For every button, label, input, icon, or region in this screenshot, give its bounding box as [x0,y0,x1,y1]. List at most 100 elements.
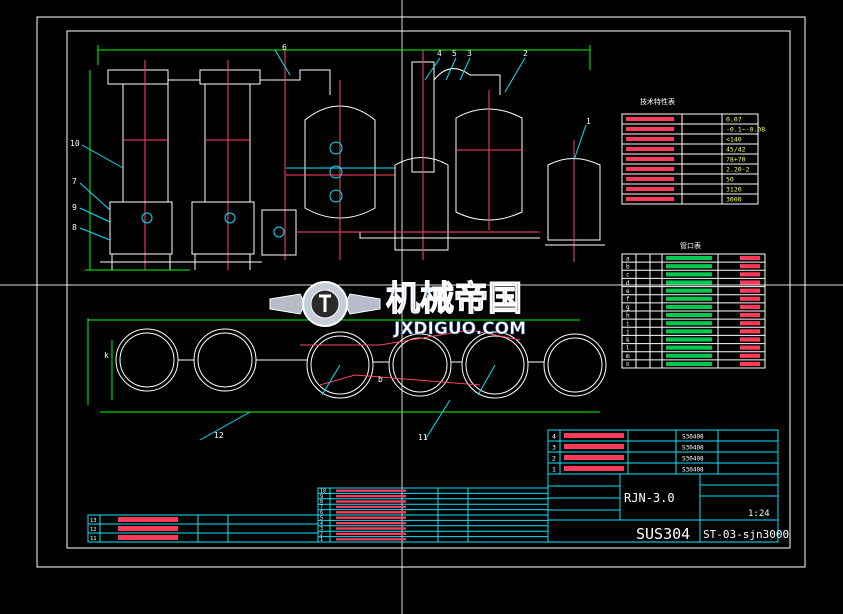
tag-8: 8 [72,223,77,232]
nozzle-use [740,313,760,318]
nozzle-use [740,288,760,293]
tag-3: 3 [467,49,472,58]
drawing-scale: 1:24 [748,509,770,519]
gear-emblem-icon [269,281,381,327]
nozzle-code: c [626,272,630,279]
watermark-cn: 机械帝国 [386,279,522,319]
part-no: 2 [552,455,556,463]
nozzle-spec [666,329,712,334]
watermark-en: JXDIGUO.COM [393,319,526,339]
tag-5: 5 [452,49,457,58]
tag-9: 9 [72,203,77,212]
nozzle-use [740,329,760,334]
tag-11: 11 [418,433,428,442]
nozzle-spec [666,280,712,285]
tag-2: 2 [523,49,528,58]
condenser-2 [185,60,262,270]
nozzle-use [740,264,760,269]
nozzle-code: f [626,296,630,303]
nozzle-code: a [626,255,630,262]
tag-6: 6 [282,43,287,52]
drawing-canvas: 10 7 9 8 6 4 5 3 2 1 k b 12 11 技术特性表 0.0… [0,0,843,614]
heater-vessel [455,90,523,230]
tag-12: 12 [214,431,224,440]
nozzle-use [740,296,760,301]
tech-row-label [626,127,674,131]
tech-row-label [626,147,674,151]
nozzle-spec [666,304,712,309]
nozzle-use [740,345,760,350]
tech-table-title: 技术特性表 [640,97,675,106]
nozzle-spec [666,337,712,342]
nozzle-code: k [626,337,630,344]
tech-row-value: 3120 [726,186,742,194]
tag-7: 7 [72,177,77,186]
tag-10: 10 [70,139,80,148]
receiver-tank [261,209,297,256]
nozzle-use [740,321,760,326]
part-no: 11 [90,536,97,542]
part-material: S30408 [682,456,704,463]
cad-viewport: 10 7 9 8 6 4 5 3 2 1 k b 12 11 技术特性表 0.0… [0,0,843,614]
nozzle-code: n [626,361,630,368]
nozzle-use [740,272,760,277]
tag-4: 4 [437,49,442,58]
nozzle-table-title: 管口表 [680,241,701,250]
nozzle-spec [666,264,712,269]
condenser-1 [100,60,185,270]
tech-row-label [626,157,674,161]
plan-storage-tank [543,333,607,397]
parts-list-right: 4 S30408 3 S30408 2 S30408 1 S30408 [547,429,779,475]
part-no: 4 [552,433,556,441]
plan-condenser-1 [115,328,179,392]
part-no: 1 [320,537,323,543]
tech-row-label [626,167,674,171]
part-material: S30408 [682,467,704,474]
tech-row-value: 0.07 [726,116,742,124]
evaporator-column [394,50,501,260]
tech-row-value: 50 [726,176,734,184]
nozzle-code: g [626,304,630,311]
elevation-view [85,45,605,271]
nozzle-code: l [626,345,630,352]
tech-spec-table: 技术特性表 0.07 -0.1~-0.08 <140 45/42 78+70 2.20-2… [621,97,765,205]
nozzle-use [740,256,760,261]
drawing-number: ST-03-sjn3000 [703,528,789,541]
tech-row-value: 3000 [726,196,742,204]
title-block: RJN-3.0 1:24 SUS304 ST-03-sjn3000 [547,473,789,543]
tech-row-label [626,177,674,181]
nozzle-spec [666,321,712,326]
tech-row-label [626,197,674,201]
tech-row-value: 45/42 [726,146,746,154]
nozzle-spec [666,353,712,358]
nozzle-code: h [626,312,630,319]
tag-1: 1 [586,117,591,126]
plan-evaporator [388,333,452,397]
nozzle-use [740,353,760,358]
plan-condenser-2 [193,328,257,392]
nozzle-code: d [626,280,630,287]
tech-row-value: -0.1~-0.08 [726,126,765,134]
drawing-material: SUS304 [636,525,690,543]
nozzle-code: e [626,288,630,295]
nozzle-spec [666,296,712,301]
part-material: S30408 [682,434,704,441]
part-no: 1 [552,466,556,474]
tech-row-value: <140 [726,136,742,144]
part-material: S30408 [682,445,704,452]
view-label-b: b [378,375,383,384]
tech-row-label [626,187,674,191]
nozzle-use [740,337,760,342]
nozzle-spec [666,256,712,261]
nozzle-spec [666,345,712,350]
plan-view [87,318,607,441]
nozzle-use [740,361,760,366]
tech-row-label [626,137,674,141]
part-no: 13 [90,518,97,524]
tech-row-value: 78+70 [726,156,746,164]
nozzle-code: m [626,353,630,360]
drawing-title: RJN-3.0 [624,491,675,505]
nozzle-code: b [626,263,630,270]
part-no: 3 [552,444,556,452]
nozzle-table: 管口表 abcdefghijklmn [621,241,766,369]
